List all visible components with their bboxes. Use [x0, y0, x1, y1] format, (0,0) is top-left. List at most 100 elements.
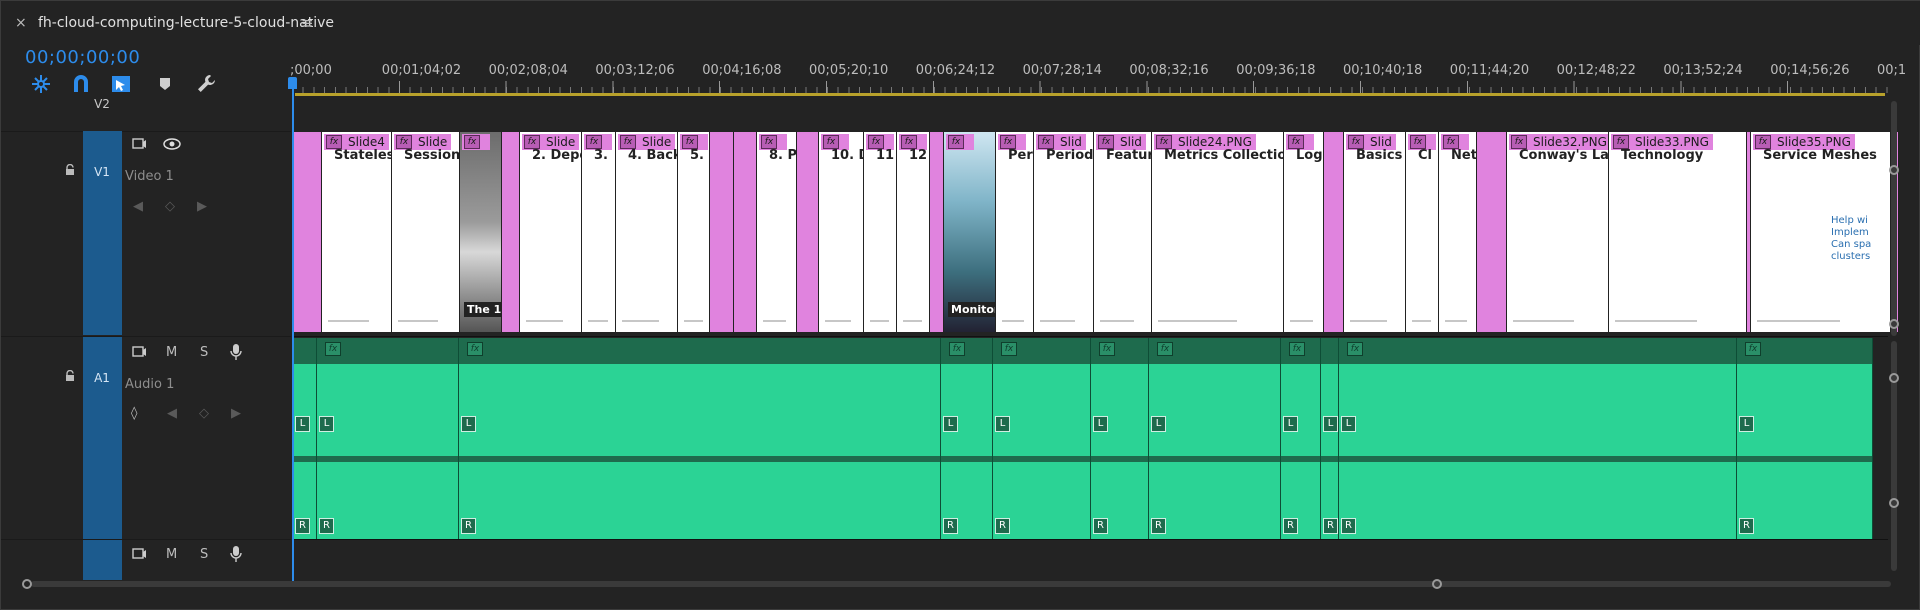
video-clip[interactable]: fx5. [678, 132, 710, 332]
audio-clip[interactable]: fxLR [941, 338, 993, 539]
fx-badge-icon[interactable]: fx [868, 135, 884, 149]
playhead-timecode[interactable]: 00;00;00;00 [25, 47, 140, 68]
scroll-zoom-handle[interactable] [1889, 498, 1899, 508]
audio-clip[interactable]: fxLR [317, 338, 459, 539]
scroll-zoom-handle[interactable] [1889, 165, 1899, 175]
video-clip[interactable]: fxSlideSessions [392, 132, 460, 332]
audio-clip[interactable]: fxLR [1091, 338, 1149, 539]
video-clip[interactable]: fxSlide4Stateless [322, 132, 392, 332]
video-clip[interactable]: fxCl [1406, 132, 1439, 332]
video-clip[interactable] [797, 132, 819, 332]
audio-clip[interactable]: fxLR [993, 338, 1091, 539]
fx-badge-icon[interactable]: fx [325, 342, 341, 356]
track-v1-label[interactable]: V1 [83, 165, 121, 179]
scroll-zoom-handle[interactable] [1889, 373, 1899, 383]
video-clip[interactable]: fxSlide32.PNGConway's Law [1507, 132, 1609, 332]
video-clip[interactable]: fx12 [897, 132, 930, 332]
track-a1-target[interactable] [83, 337, 122, 539]
video-clip[interactable]: fx11 [864, 132, 897, 332]
video-clip[interactable] [734, 132, 757, 332]
horizontal-scrollbar[interactable] [31, 581, 1891, 587]
work-area-bar[interactable] [295, 93, 1885, 96]
video-clip[interactable]: fx3. [582, 132, 616, 332]
fx-badge-icon[interactable]: fx [1511, 135, 1527, 149]
solo-button[interactable]: S [200, 547, 208, 562]
close-panel-button[interactable]: × [15, 15, 27, 31]
fx-badge-icon[interactable]: fx [1613, 135, 1629, 149]
track-v2-label[interactable]: V2 [83, 97, 121, 111]
audio-clip[interactable]: LR [1321, 338, 1339, 539]
fx-badge-icon[interactable]: fx [1288, 135, 1304, 149]
wrench-icon[interactable] [195, 72, 219, 96]
fx-badge-icon[interactable]: fx [464, 135, 480, 149]
audio-clip[interactable]: fxLR [1737, 338, 1873, 539]
fx-badge-icon[interactable]: fx [586, 135, 602, 149]
sync-lock-icon[interactable] [131, 137, 147, 151]
scroll-zoom-handle[interactable] [1889, 319, 1899, 329]
fx-badge-icon[interactable]: fx [682, 135, 698, 149]
fx-badge-icon[interactable]: fx [1289, 342, 1305, 356]
fx-badge-icon[interactable]: fx [1099, 342, 1115, 356]
playhead-line[interactable] [292, 77, 294, 582]
fx-badge-icon[interactable]: fx [396, 135, 412, 149]
microphone-icon[interactable] [229, 545, 243, 563]
audio-clip[interactable]: fxLR [1149, 338, 1281, 539]
audio-clip[interactable]: fxLR [459, 338, 941, 539]
video-clip[interactable] [502, 132, 520, 332]
fx-badge-icon[interactable]: fx [1755, 135, 1771, 149]
sync-lock-icon[interactable] [131, 345, 147, 359]
lock-icon[interactable] [64, 164, 76, 176]
fx-badge-icon[interactable]: fx [1156, 135, 1172, 149]
fx-badge-icon[interactable]: fx [761, 135, 777, 149]
fx-badge-icon[interactable]: fx [823, 135, 839, 149]
video-clip[interactable]: fx8. P [757, 132, 797, 332]
fx-badge-icon[interactable]: fx [1410, 135, 1426, 149]
video-clip[interactable]: fxSlide33.PNGTechnology [1609, 132, 1747, 332]
audio-clip[interactable]: fxLR [1281, 338, 1321, 539]
fx-badge-icon[interactable]: fx [1038, 135, 1054, 149]
time-ruler[interactable]: ;00;0000;01;04;0200;02;08;0400;03;12;060… [292, 55, 1888, 97]
fx-badge-icon[interactable]: fx [524, 135, 540, 149]
video-clip[interactable] [1477, 132, 1507, 332]
fx-badge-icon[interactable]: fx [620, 135, 636, 149]
fx-badge-icon[interactable]: fx [1001, 342, 1017, 356]
fx-badge-icon[interactable]: fx [1157, 342, 1173, 356]
video-clip[interactable]: fxSlidBasics [1344, 132, 1406, 332]
fx-badge-icon[interactable]: fx [1347, 342, 1363, 356]
panel-menu-icon[interactable]: ≡ [301, 14, 314, 32]
video-clip[interactable]: fxLog [1284, 132, 1324, 332]
snap-insert-icon[interactable] [29, 72, 53, 96]
video-clip[interactable]: fxSlide4. Back [616, 132, 678, 332]
magnet-icon[interactable] [69, 72, 93, 96]
lock-icon[interactable] [64, 370, 76, 382]
scroll-zoom-handle[interactable] [1432, 579, 1442, 589]
fx-badge-icon[interactable]: fx [467, 342, 483, 356]
video-clip[interactable] [294, 132, 322, 332]
video-vertical-scrollbar[interactable] [1891, 101, 1897, 336]
fx-badge-icon[interactable]: fx [1745, 342, 1761, 356]
mute-button[interactable]: M [166, 345, 177, 360]
video-clip[interactable] [930, 132, 944, 332]
fx-badge-icon[interactable]: fx [948, 135, 964, 149]
sync-lock-icon[interactable] [131, 547, 147, 561]
solo-button[interactable]: S [200, 345, 208, 360]
video-clip[interactable]: fx10. D [819, 132, 864, 332]
video-clip[interactable] [710, 132, 734, 332]
video-clip[interactable] [1324, 132, 1344, 332]
add-marker-icon[interactable] [153, 72, 177, 96]
fx-badge-icon[interactable]: fx [1348, 135, 1364, 149]
video-clip[interactable]: fxPer [996, 132, 1034, 332]
mute-button[interactable]: M [166, 547, 177, 562]
video-clip[interactable]: fxSlide24.PNGMetrics Collection [1152, 132, 1284, 332]
track-a1-label[interactable]: A1 [83, 371, 121, 385]
audio-clip[interactable]: LR [293, 338, 317, 539]
fx-badge-icon[interactable]: fx [949, 342, 965, 356]
linked-selection-icon[interactable] [109, 72, 133, 96]
microphone-icon[interactable] [229, 343, 243, 361]
eye-icon[interactable] [163, 138, 181, 150]
track-v1-target[interactable] [83, 131, 122, 335]
fx-badge-icon[interactable]: fx [901, 135, 917, 149]
sequence-tab-title[interactable]: fh-cloud-computing-lecture-5-cloud-nativ… [38, 15, 334, 31]
fx-badge-icon[interactable]: fx [326, 135, 342, 149]
video-clip[interactable]: fxNet [1439, 132, 1477, 332]
